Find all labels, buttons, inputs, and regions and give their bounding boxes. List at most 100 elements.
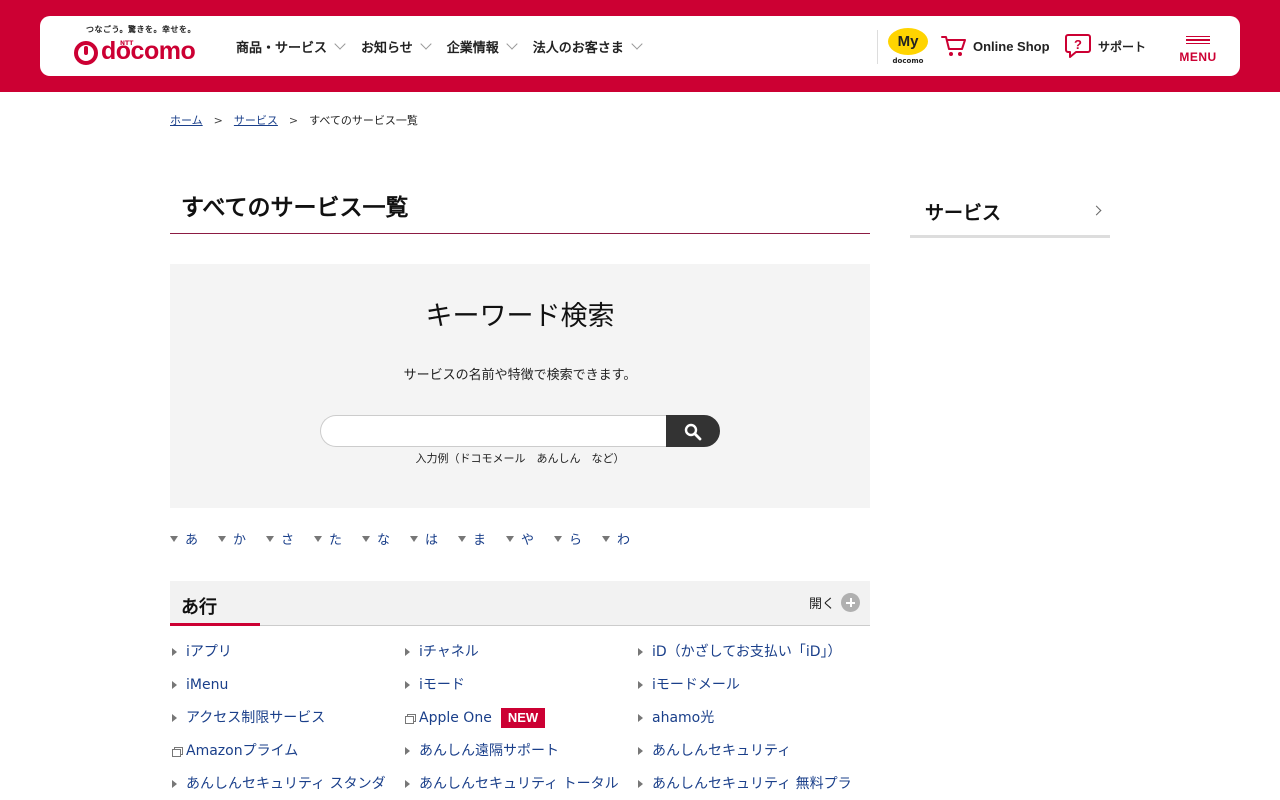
kana-label: な (377, 533, 391, 548)
breadcrumb-separator: > (288, 113, 299, 127)
kana-link-na[interactable]: な (362, 529, 410, 548)
kana-label: や (521, 533, 535, 548)
nav-label: 商品・サービス (236, 40, 328, 56)
section-title: あ行 (181, 597, 217, 618)
service-link[interactable]: あんしんセキュリティ (636, 740, 870, 762)
service-label: あんしんセキュリティ 無料プラ (652, 776, 852, 792)
kana-label: あ (185, 533, 199, 548)
external-link-icon (405, 714, 416, 724)
triangle-down-icon (362, 535, 370, 542)
nav-news[interactable]: お知らせ (361, 37, 432, 56)
breadcrumb-separator: > (213, 113, 223, 127)
service-label: あんしんセキュリティ トータル (419, 776, 619, 792)
svg-text:?: ? (1074, 37, 1082, 52)
logo-tagline: つなごう。驚きを。幸せを。 (86, 25, 197, 34)
service-label: アクセス制限サービス (186, 710, 326, 726)
breadcrumb-current: すべてのサービス一覧 (309, 114, 418, 127)
chevron-down-icon (631, 38, 643, 50)
chevron-down-icon (420, 38, 432, 50)
service-link[interactable]: iチャネル (403, 641, 636, 663)
service-link[interactable]: あんしんセキュリティ 無料プラ (636, 773, 870, 795)
search-example: 入力例（ドコモメール あんしん など） (415, 452, 625, 465)
triangle-right-icon (405, 747, 410, 755)
kana-link-ra[interactable]: ら (554, 529, 602, 548)
service-link[interactable]: あんしんセキュリティ スタンダ (170, 773, 403, 795)
section-expand-toggle[interactable]: 開く (809, 593, 860, 612)
online-shop-link[interactable]: Online Shop (941, 16, 1050, 76)
nav-corporate-info[interactable]: 企業情報 (446, 37, 518, 56)
kana-link-ha[interactable]: は (410, 529, 458, 548)
kana-link-ka[interactable]: か (218, 529, 266, 548)
service-label: Apple One (419, 710, 492, 726)
service-link[interactable]: ahamo光 (636, 707, 870, 729)
service-label: あんしん遠隔サポート (419, 743, 559, 759)
kana-link-ya[interactable]: や (506, 529, 554, 548)
kana-link-wa[interactable]: わ (602, 529, 650, 548)
search-button[interactable] (666, 415, 720, 447)
chevron-right-icon (1091, 205, 1102, 216)
hamburger-icon (1186, 36, 1210, 44)
keyword-search-panel: キーワード検索 サービスの名前や特徴で検索できます。 入力例（ドコモメール あん… (170, 264, 870, 508)
nav-products-services[interactable]: 商品・サービス (236, 37, 346, 56)
service-link[interactable]: アクセス制限サービス (170, 707, 403, 729)
search-input[interactable] (320, 415, 668, 447)
menu-label: MENU (1179, 50, 1217, 64)
online-shop-label: Online Shop (973, 38, 1050, 54)
service-label: iMenu (186, 677, 229, 693)
sidebar-services-link[interactable]: サービス (910, 194, 1110, 238)
sidebar-title: サービス (925, 202, 1002, 224)
kana-index-nav: あ か さ た な は ま や ら わ (170, 529, 650, 548)
kana-label: ま (473, 533, 487, 548)
breadcrumb-home[interactable]: ホーム (170, 112, 203, 128)
service-link[interactable]: iモード (403, 674, 636, 696)
service-label: iチャネル (419, 644, 479, 660)
nav-label: 企業情報 (446, 40, 499, 56)
service-link[interactable]: Apple One NEW (403, 707, 636, 729)
docomo-logo[interactable]: つなごう。驚きを。幸せを。 NTT docomo (72, 24, 202, 70)
triangle-right-icon (638, 714, 643, 722)
triangle-right-icon (172, 714, 177, 722)
service-label: あんしんセキュリティ (652, 743, 792, 759)
support-link[interactable]: ? サポート (1064, 16, 1146, 76)
kana-label: た (329, 533, 343, 548)
plus-circle-icon (841, 593, 860, 612)
service-link[interactable]: iアプリ (170, 641, 403, 663)
service-label: iモード (419, 677, 465, 693)
kana-link-sa[interactable]: さ (266, 529, 314, 548)
kana-label: わ (617, 533, 631, 548)
triangle-right-icon (405, 780, 410, 788)
breadcrumb-services[interactable]: サービス (234, 112, 278, 128)
triangle-right-icon (172, 780, 177, 788)
service-link[interactable]: iD（かざしてお支払い「iD」） (636, 641, 870, 663)
nav-business[interactable]: 法人のお客さま (533, 37, 643, 56)
service-link[interactable]: あんしん遠隔サポート (403, 740, 636, 762)
service-label: あんしんセキュリティ スタンダ (186, 776, 386, 792)
question-bubble-icon: ? (1065, 34, 1091, 58)
cart-icon (941, 36, 966, 56)
service-label: Amazonプライム (186, 743, 299, 759)
service-label: ahamo光 (652, 710, 715, 726)
menu-button[interactable]: MENU (1174, 30, 1222, 66)
service-link[interactable]: Amazonプライム (170, 740, 403, 762)
triangle-down-icon (170, 535, 178, 542)
kana-link-ta[interactable]: た (314, 529, 362, 548)
triangle-down-icon (314, 535, 322, 542)
service-link[interactable]: iモードメール (636, 674, 870, 696)
page-title: すべてのサービス一覧 (170, 190, 870, 234)
service-link[interactable]: あんしんセキュリティ トータル (403, 773, 636, 795)
section-toggle-label: 開く (808, 597, 835, 612)
service-link[interactable]: iMenu (170, 674, 403, 696)
service-label: iD（かざしてお支払い「iD」） (652, 644, 842, 660)
kana-label: は (425, 533, 439, 548)
search-title: キーワード検索 (425, 301, 615, 332)
section-accent-line (170, 623, 260, 626)
triangle-right-icon (405, 681, 410, 689)
my-docomo-link[interactable]: My docomo (887, 28, 929, 68)
kana-link-a[interactable]: あ (170, 529, 218, 548)
service-label: iモードメール (652, 677, 740, 693)
support-label: サポート (1098, 39, 1147, 54)
kana-link-ma[interactable]: ま (458, 529, 506, 548)
triangle-down-icon (266, 535, 274, 542)
triangle-down-icon (458, 535, 466, 542)
triangle-right-icon (638, 780, 643, 788)
